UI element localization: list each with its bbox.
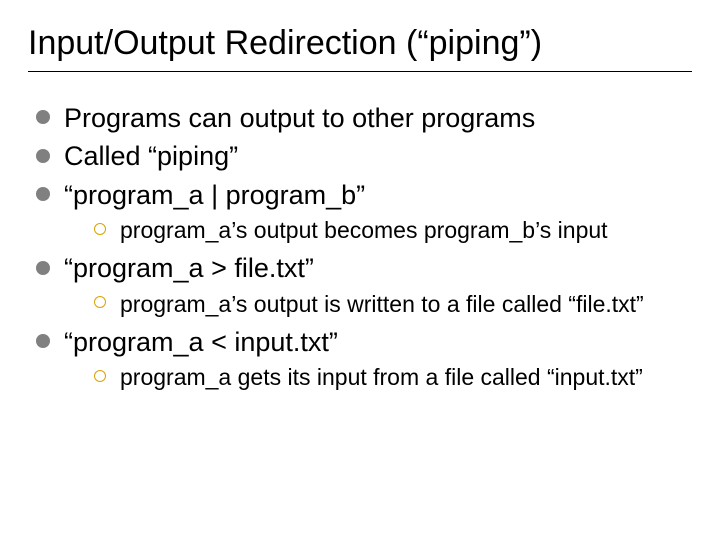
sub-bullet-list: program_a gets its input from a file cal… — [64, 362, 692, 393]
list-item-label: program_a gets its input from a file cal… — [120, 364, 643, 390]
sub-bullet-list: program_a’s output becomes program_b’s i… — [64, 215, 692, 246]
list-item: “program_a > file.txt” program_a’s outpu… — [36, 250, 692, 319]
list-item: Called “piping” — [36, 138, 692, 174]
sub-bullet-list: program_a’s output is written to a file … — [64, 289, 692, 320]
list-item-label: Called “piping” — [64, 141, 238, 171]
list-item: “program_a | program_b” program_a’s outp… — [36, 177, 692, 246]
bullet-list: Programs can output to other programs Ca… — [28, 100, 692, 393]
slide: Input/Output Redirection (“piping”) Prog… — [0, 0, 720, 540]
list-item-label: program_a’s output is written to a file … — [120, 291, 644, 317]
list-item-label: “program_a > file.txt” — [64, 253, 314, 283]
list-item: program_a’s output becomes program_b’s i… — [94, 215, 692, 246]
list-item: program_a’s output is written to a file … — [94, 289, 692, 320]
list-item: Programs can output to other programs — [36, 100, 692, 136]
list-item-label: “program_a < input.txt” — [64, 327, 338, 357]
list-item-label: “program_a | program_b” — [64, 180, 365, 210]
list-item: “program_a < input.txt” program_a gets i… — [36, 324, 692, 393]
list-item-label: Programs can output to other programs — [64, 103, 535, 133]
slide-title: Input/Output Redirection (“piping”) — [28, 24, 692, 63]
list-item-label: program_a’s output becomes program_b’s i… — [120, 217, 608, 243]
title-underline — [28, 71, 692, 72]
list-item: program_a gets its input from a file cal… — [94, 362, 692, 393]
